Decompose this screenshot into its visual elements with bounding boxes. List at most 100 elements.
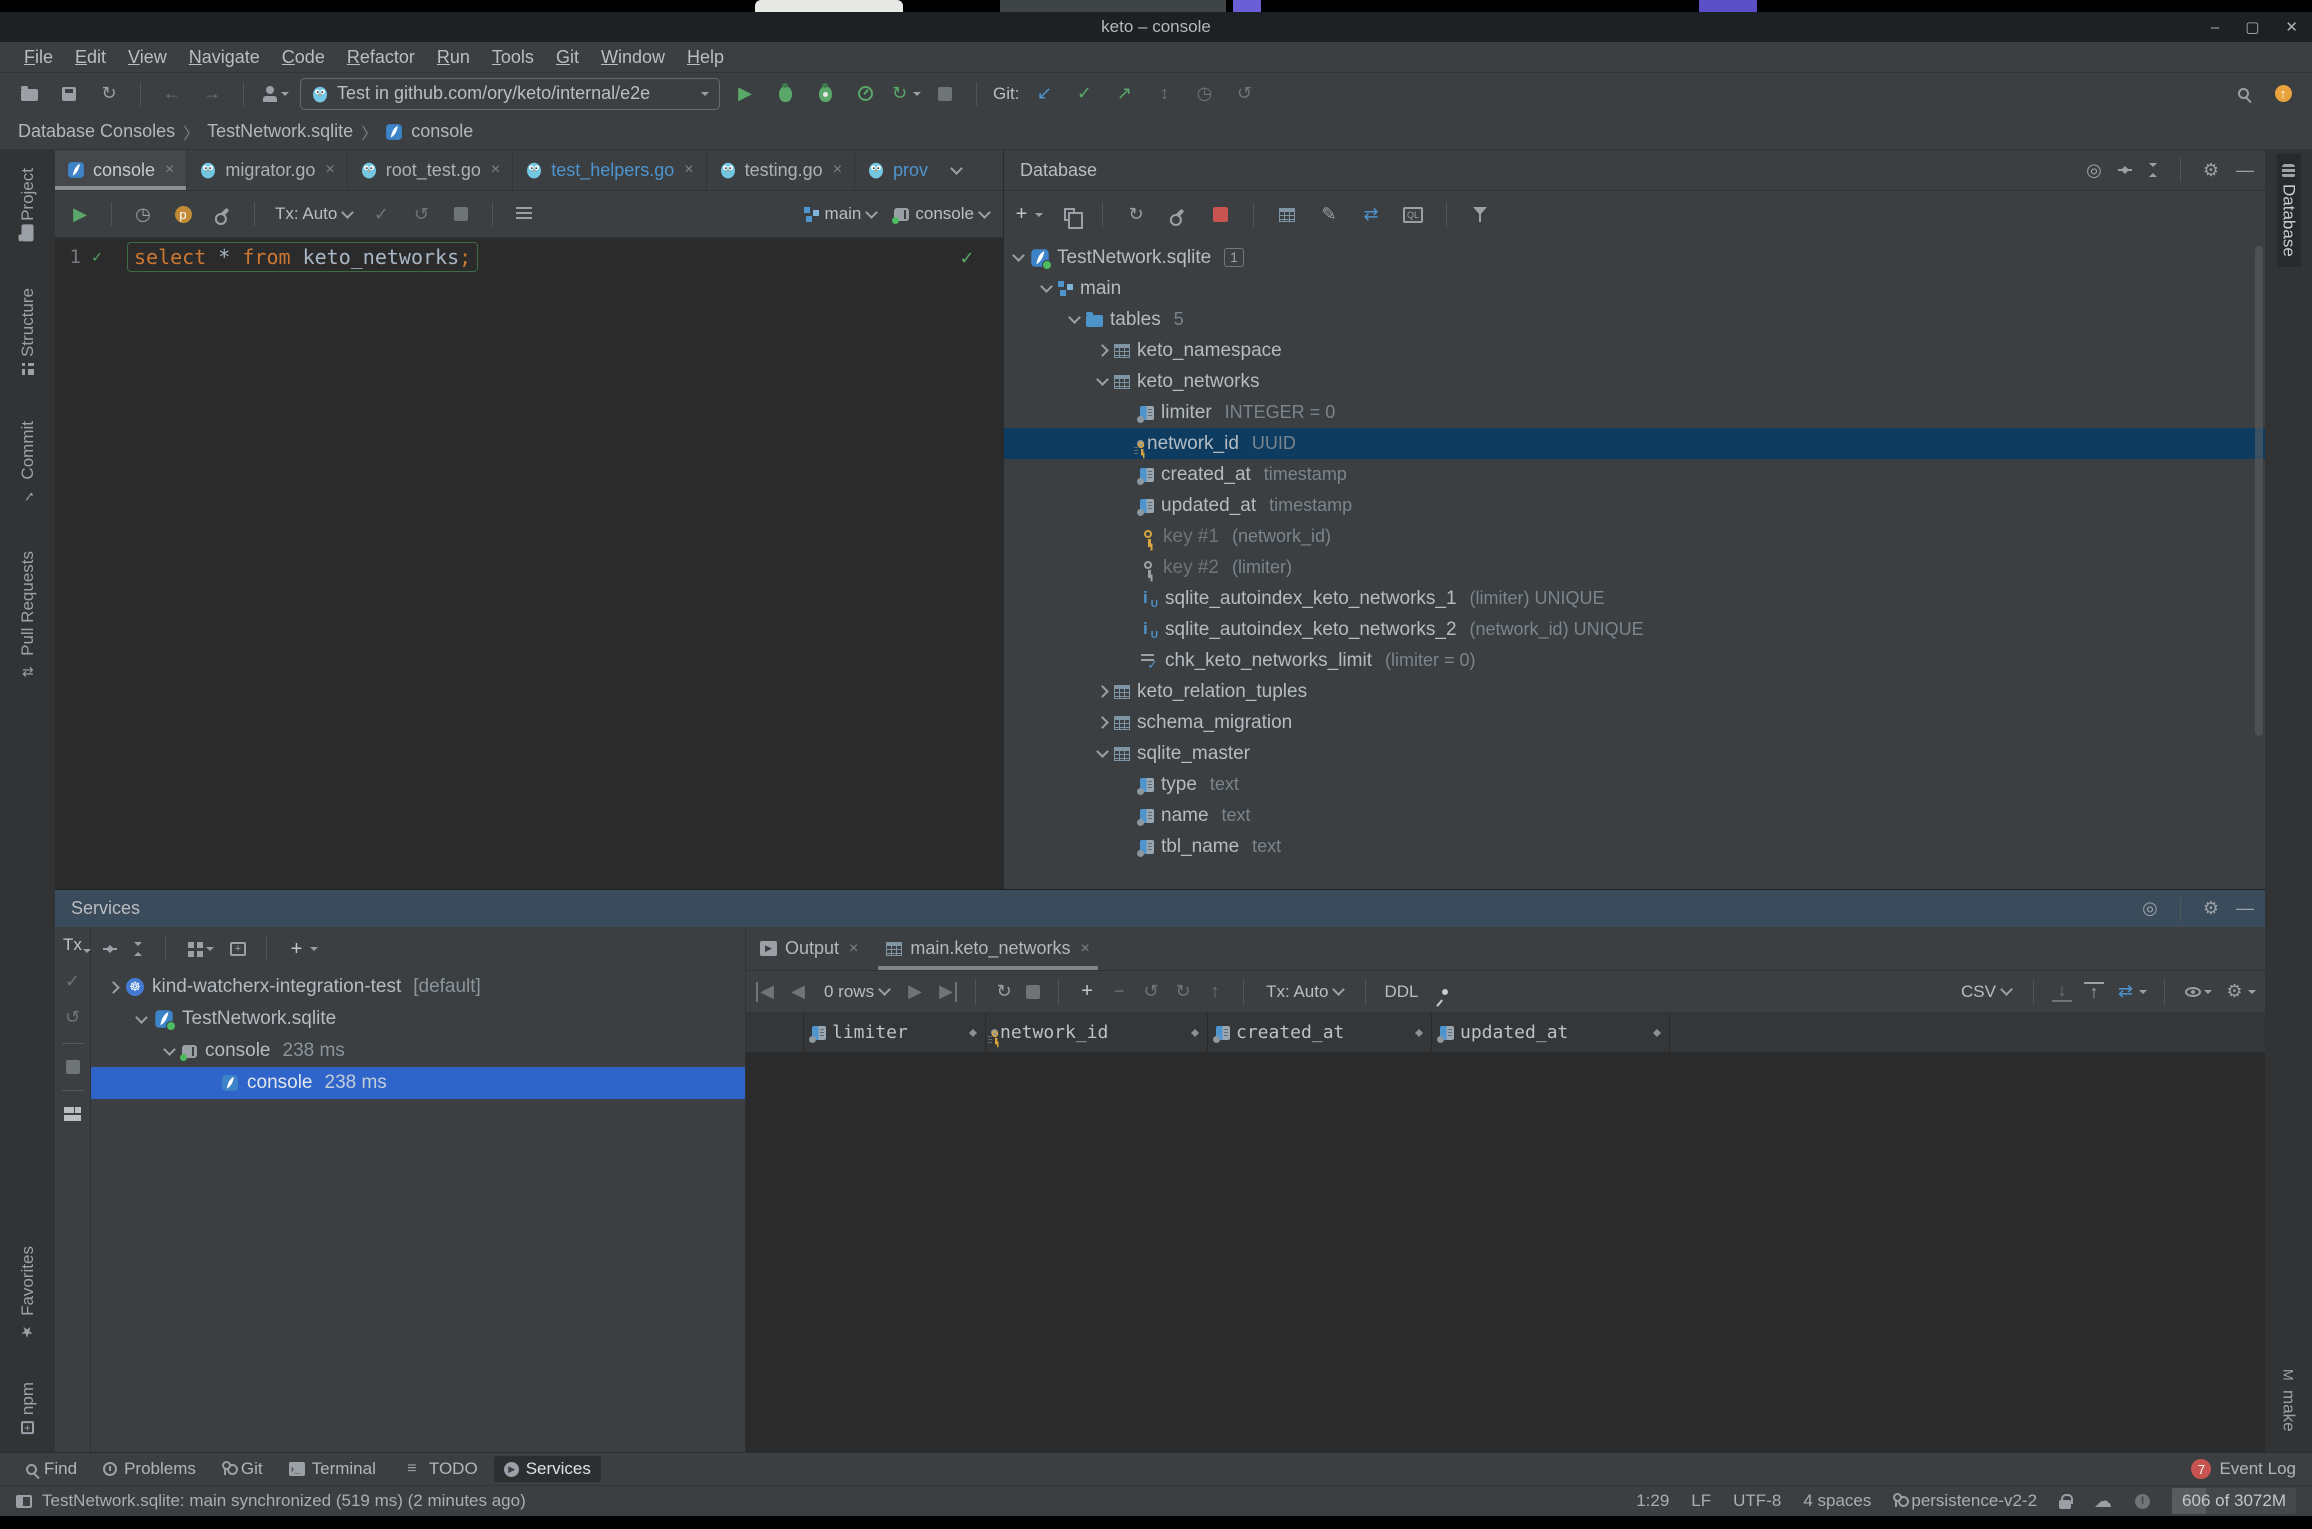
session-select[interactable]: console bbox=[890, 204, 993, 224]
tree-row[interactable]: sqlite_autoindex_keto_networks_2(network… bbox=[1004, 614, 2265, 645]
tx-mode-select[interactable]: Tx: Auto bbox=[1262, 982, 1347, 1002]
parameters-button[interactable] bbox=[168, 200, 198, 228]
memory-indicator[interactable]: 606 of 3072M bbox=[2172, 1488, 2296, 1514]
sort-icon[interactable] bbox=[1191, 1025, 1199, 1041]
rerun-button[interactable] bbox=[890, 80, 921, 108]
previous-page-button[interactable] bbox=[788, 982, 808, 1002]
sync-status-message[interactable]: TestNetwork.sqlite: main synchronized (5… bbox=[42, 1491, 526, 1511]
sort-icon[interactable] bbox=[1415, 1025, 1423, 1041]
tree-row[interactable]: TestNetwork.sqlite 1 bbox=[1004, 242, 2265, 273]
chevron-down-icon[interactable] bbox=[1012, 249, 1025, 262]
tool-button-terminal[interactable]: Terminal bbox=[279, 1456, 386, 1482]
tool-button-find[interactable]: Find bbox=[16, 1456, 87, 1482]
menu-view[interactable]: View bbox=[118, 44, 177, 71]
git-push-button[interactable] bbox=[1109, 84, 1139, 104]
last-page-button[interactable] bbox=[937, 981, 958, 1002]
column-header-limiter[interactable]: limiter bbox=[804, 1013, 986, 1052]
menu-window[interactable]: Window bbox=[591, 44, 675, 71]
breadcrumb-console[interactable]: console bbox=[411, 121, 473, 142]
tree-row-selected[interactable]: console 238 ms bbox=[91, 1067, 745, 1099]
minimize-button[interactable]: – bbox=[2211, 19, 2219, 36]
line-ending[interactable]: LF bbox=[1691, 1491, 1711, 1511]
stop-icon[interactable] bbox=[65, 1060, 80, 1074]
row-count-select[interactable]: 0 rows bbox=[820, 982, 893, 1002]
tabs-overflow-button[interactable] bbox=[942, 150, 971, 190]
tab-output[interactable]: Output bbox=[746, 927, 872, 970]
close-icon[interactable] bbox=[833, 161, 842, 179]
back-button[interactable] bbox=[157, 84, 187, 104]
filter-button[interactable] bbox=[1465, 201, 1495, 229]
grid-settings-button[interactable] bbox=[2225, 978, 2256, 1006]
gear-icon[interactable] bbox=[2201, 899, 2221, 919]
disconnect-button[interactable] bbox=[1205, 201, 1235, 229]
menu-run[interactable]: Run bbox=[427, 44, 480, 71]
debug-button[interactable] bbox=[770, 80, 800, 108]
profiler-button[interactable] bbox=[850, 80, 880, 108]
add-service-button[interactable] bbox=[287, 935, 318, 963]
breadcrumb-database-consoles[interactable]: Database Consoles bbox=[18, 121, 175, 142]
git-update-button[interactable] bbox=[1029, 84, 1059, 104]
indent-setting[interactable]: 4 spaces bbox=[1803, 1491, 1871, 1511]
tree-row-selected[interactable]: network_id UUID bbox=[1004, 428, 2265, 459]
open-button[interactable] bbox=[14, 80, 44, 108]
file-encoding[interactable]: UTF-8 bbox=[1733, 1491, 1781, 1511]
tree-row[interactable]: main bbox=[1004, 273, 2265, 304]
sort-icon[interactable] bbox=[1653, 1025, 1661, 1041]
data-extractor-button[interactable] bbox=[2116, 978, 2147, 1006]
close-icon[interactable] bbox=[684, 161, 693, 179]
tree-row[interactable]: TestNetwork.sqlite bbox=[91, 1003, 745, 1035]
export-button[interactable] bbox=[2084, 981, 2104, 1002]
tree-row[interactable]: schema_migration bbox=[1004, 707, 2265, 738]
forward-button[interactable] bbox=[197, 84, 227, 104]
refresh-button[interactable] bbox=[1121, 205, 1151, 225]
locate-icon[interactable] bbox=[2140, 899, 2160, 919]
tool-button-database[interactable]: Database bbox=[2276, 154, 2301, 267]
tx-mode-button[interactable]: Tx bbox=[63, 935, 91, 955]
grid-body[interactable] bbox=[746, 1053, 2265, 1452]
schema-select[interactable]: main bbox=[800, 204, 881, 224]
chevron-right-icon[interactable] bbox=[1096, 685, 1109, 698]
tool-button-npm[interactable]: npm bbox=[18, 1374, 38, 1442]
menu-file[interactable]: File bbox=[14, 44, 63, 71]
git-fetch-button[interactable] bbox=[1149, 84, 1179, 104]
tool-button-commit[interactable]: Commit bbox=[18, 413, 38, 514]
user-profile-button[interactable] bbox=[260, 80, 290, 108]
menu-refactor[interactable]: Refactor bbox=[337, 44, 425, 71]
tree-row[interactable]: kind-watcherx-integration-test[default] bbox=[91, 971, 745, 1003]
chevron-right-icon[interactable] bbox=[107, 980, 120, 994]
git-history-button[interactable] bbox=[1189, 84, 1219, 104]
run-with-coverage-button[interactable] bbox=[810, 80, 840, 108]
caret-position[interactable]: 1:29 bbox=[1636, 1491, 1669, 1511]
tree-row[interactable]: sqlite_master bbox=[1004, 738, 2265, 769]
add-datasource-button[interactable] bbox=[1012, 201, 1043, 229]
scrollbar[interactable] bbox=[2255, 246, 2263, 736]
tree-row[interactable]: keto_relation_tuples bbox=[1004, 676, 2265, 707]
git-branch-widget[interactable]: persistence-v2-2 bbox=[1893, 1491, 2037, 1511]
view-data-button[interactable] bbox=[1272, 201, 1302, 229]
tree-row[interactable]: tables 5 bbox=[1004, 304, 2265, 335]
run-configuration-select[interactable]: Test in github.com/ory/keto/internal/e2e bbox=[300, 77, 720, 110]
rollback-button[interactable] bbox=[63, 1007, 83, 1027]
execute-button[interactable] bbox=[65, 204, 95, 224]
submit-button[interactable] bbox=[1205, 982, 1225, 1002]
column-header-created-at[interactable]: created_at bbox=[1208, 1013, 1432, 1052]
tab-prov[interactable]: prov bbox=[855, 150, 940, 190]
tool-button-pull-requests[interactable]: Pull Requests bbox=[18, 543, 38, 690]
menu-navigate[interactable]: Navigate bbox=[179, 44, 270, 71]
breadcrumb-datasource[interactable]: TestNetwork.sqlite bbox=[207, 121, 353, 142]
collapse-all-icon[interactable] bbox=[2146, 162, 2160, 178]
sql-editor[interactable]: 1 select * from keto_networks; bbox=[55, 238, 1003, 889]
duplicate-button[interactable] bbox=[1054, 201, 1084, 229]
close-icon[interactable] bbox=[165, 161, 174, 179]
ddl-button[interactable]: DDL bbox=[1384, 982, 1418, 1002]
commit-tx-button[interactable] bbox=[366, 204, 396, 224]
revert-button[interactable] bbox=[1141, 982, 1161, 1002]
stop-icon[interactable] bbox=[1026, 984, 1041, 999]
import-button[interactable] bbox=[2052, 982, 2072, 1002]
tool-button-todo[interactable]: TODO bbox=[392, 1456, 488, 1482]
tool-button-problems[interactable]: Problems bbox=[93, 1456, 206, 1482]
tool-button-project[interactable]: Project bbox=[18, 160, 38, 250]
git-rollback-button[interactable] bbox=[1229, 84, 1259, 104]
menu-tools[interactable]: Tools bbox=[482, 44, 544, 71]
next-page-button[interactable] bbox=[905, 982, 925, 1002]
